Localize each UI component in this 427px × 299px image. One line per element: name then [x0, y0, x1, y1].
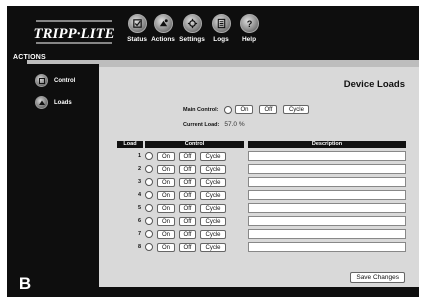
main-control-group: Main Control: On Off Cycle — [183, 105, 310, 114]
table-row: 4 On Off Cycle — [113, 190, 413, 201]
current-load-group: Current Load: 57.0 % — [183, 121, 245, 128]
actions-icon — [153, 14, 173, 33]
load-radio[interactable] — [145, 204, 153, 212]
settings-icon — [182, 14, 202, 33]
header-description: Description — [248, 141, 406, 148]
main-on-button[interactable]: On — [235, 105, 254, 114]
load-cycle-button[interactable]: Cycle — [200, 230, 226, 239]
description-field[interactable] — [248, 190, 406, 200]
load-off-button[interactable]: Off — [179, 204, 196, 213]
load-number: 5 — [137, 205, 141, 211]
load-number: 4 — [137, 192, 141, 198]
load-radio[interactable] — [145, 217, 153, 225]
sidebar: Control Loads — [27, 64, 99, 297]
load-off-button[interactable]: Off — [179, 191, 196, 200]
page-title: Device Loads — [343, 79, 405, 90]
status-icon — [127, 14, 147, 33]
description-field[interactable] — [248, 164, 406, 174]
figure-badge: B — [10, 270, 40, 297]
table-row: 1 On Off Cycle — [113, 151, 413, 162]
load-on-button[interactable]: On — [157, 217, 175, 226]
load-cycle-button[interactable]: Cycle — [200, 217, 226, 226]
load-radio[interactable] — [145, 178, 153, 186]
load-number: 7 — [137, 231, 141, 237]
sidebar-item-control[interactable]: Control — [35, 74, 75, 87]
load-radio[interactable] — [145, 191, 153, 199]
load-number: 6 — [137, 218, 141, 224]
load-on-button[interactable]: On — [157, 165, 175, 174]
load-radio[interactable] — [145, 165, 153, 173]
nav-settings-label: Settings — [179, 36, 205, 43]
description-field[interactable] — [248, 203, 406, 213]
sidebar-item-loads[interactable]: Loads — [35, 96, 72, 109]
table-row: 2 On Off Cycle — [113, 164, 413, 175]
top-header: TRIPP·LITE Status Actions Settings Logs — [27, 6, 419, 60]
load-off-button[interactable]: Off — [179, 217, 196, 226]
load-cycle-button[interactable]: Cycle — [200, 191, 226, 200]
table-row: 3 On Off Cycle — [113, 177, 413, 188]
description-field[interactable] — [248, 177, 406, 187]
nav-help-label: Help — [241, 36, 257, 43]
nav-logs-label: Logs — [213, 36, 229, 43]
load-cycle-button[interactable]: Cycle — [200, 178, 226, 187]
load-on-button[interactable]: On — [157, 243, 175, 252]
load-cycle-button[interactable]: Cycle — [200, 165, 226, 174]
tripp-lite-logo: TRIPP·LITE — [34, 19, 114, 45]
load-on-button[interactable]: On — [157, 230, 175, 239]
load-off-button[interactable]: Off — [179, 152, 196, 161]
load-off-button[interactable]: Off — [179, 178, 196, 187]
device-web-interface: TRIPP·LITE Status Actions Settings Logs — [7, 6, 419, 297]
load-radio[interactable] — [145, 152, 153, 160]
load-on-button[interactable]: On — [157, 152, 175, 161]
header-control: Control — [145, 141, 244, 148]
save-changes-button[interactable]: Save Changes — [350, 272, 405, 283]
main-panel: Device Loads Main Control: On Off Cycle … — [99, 67, 419, 287]
description-field[interactable] — [248, 242, 406, 252]
logs-icon — [211, 14, 231, 33]
load-off-button[interactable]: Off — [179, 230, 196, 239]
load-radio[interactable] — [145, 230, 153, 238]
description-field[interactable] — [248, 216, 406, 226]
load-number: 8 — [137, 244, 141, 250]
current-load-value: 57.0 % — [224, 121, 245, 128]
load-off-button[interactable]: Off — [179, 243, 196, 252]
loads-icon — [35, 96, 48, 109]
load-number: 1 — [137, 153, 141, 159]
load-on-button[interactable]: On — [157, 204, 175, 213]
load-number: 3 — [137, 179, 141, 185]
svg-text:?: ? — [246, 19, 252, 29]
control-icon — [35, 74, 48, 87]
load-on-button[interactable]: On — [157, 178, 175, 187]
main-cycle-button[interactable]: Cycle — [283, 105, 310, 114]
nav-actions-label: Actions — [151, 36, 175, 43]
table-row: 7 On Off Cycle — [113, 229, 413, 240]
load-number: 2 — [137, 166, 141, 172]
table-row: 6 On Off Cycle — [113, 216, 413, 227]
load-on-button[interactable]: On — [157, 191, 175, 200]
description-field[interactable] — [248, 151, 406, 161]
load-radio[interactable] — [145, 243, 153, 251]
main-control-radio[interactable] — [224, 105, 233, 114]
sidebar-item-control-label: Control — [54, 77, 76, 84]
main-control-label: Main Control: — [183, 106, 219, 113]
load-cycle-button[interactable]: Cycle — [200, 204, 226, 213]
current-load-label: Current Load: — [183, 121, 220, 128]
main-off-button[interactable]: Off — [259, 105, 278, 114]
load-off-button[interactable]: Off — [179, 165, 196, 174]
table-row: 5 On Off Cycle — [113, 203, 413, 214]
sidebar-item-loads-label: Loads — [54, 99, 72, 106]
table-row: 8 On Off Cycle — [113, 242, 413, 253]
svg-text:TRIPP·LITE: TRIPP·LITE — [34, 26, 114, 42]
actions-section-label: ACTIONS — [13, 54, 46, 61]
load-cycle-button[interactable]: Cycle — [200, 243, 226, 252]
help-icon: ? — [239, 14, 259, 33]
description-field[interactable] — [248, 229, 406, 239]
load-cycle-button[interactable]: Cycle — [200, 152, 226, 161]
nav-help[interactable]: ? Help — [231, 14, 267, 43]
header-load: Load — [117, 141, 143, 148]
nav-status-label: Status — [127, 36, 147, 43]
